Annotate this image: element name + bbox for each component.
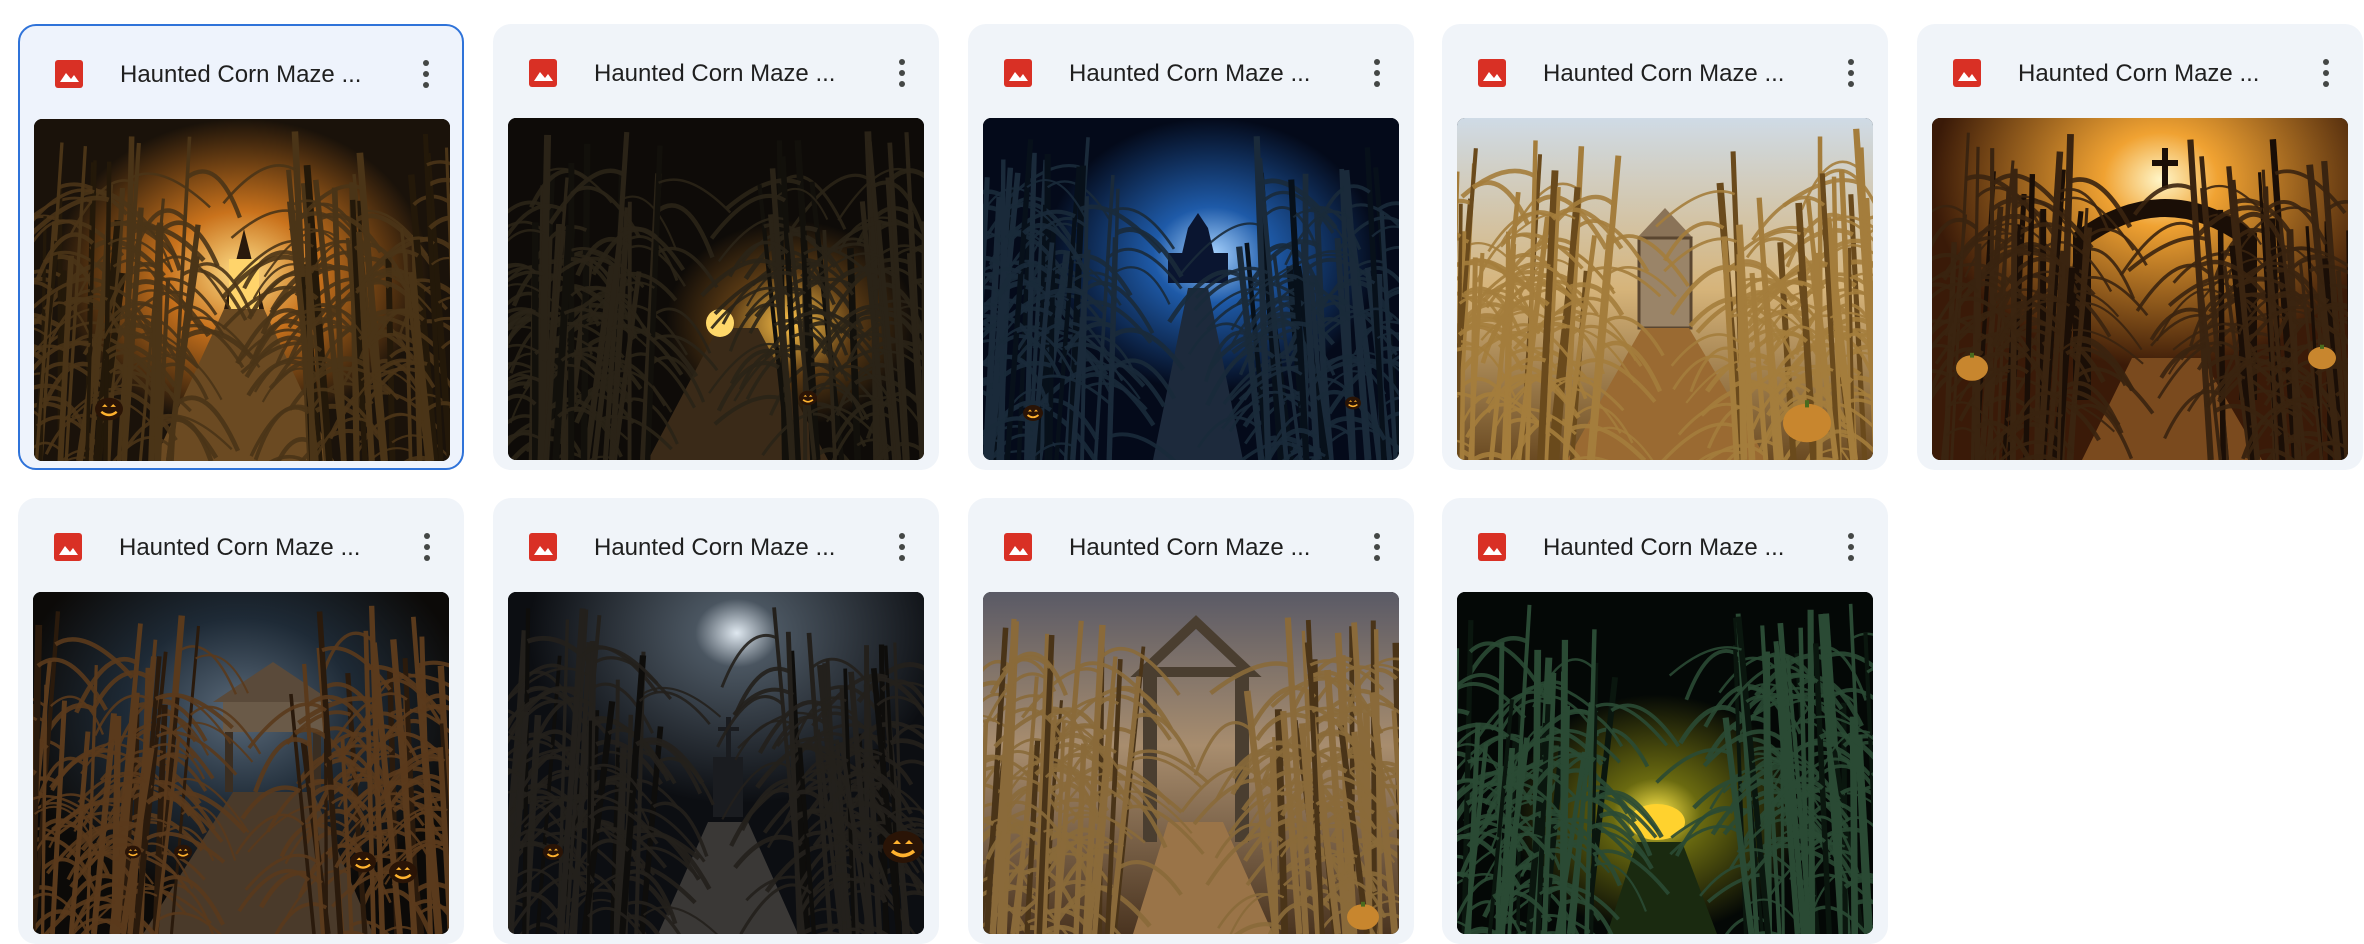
more-options-button[interactable] — [2302, 49, 2350, 97]
file-card-header: Haunted Corn Maze ... — [1443, 25, 1887, 111]
file-grid: Haunted Corn Maze ... Haunted Corn Maze … — [0, 0, 2364, 944]
image-icon — [1953, 59, 1981, 87]
thumbnail-image — [1457, 592, 1873, 934]
image-icon — [1478, 533, 1506, 561]
thumbnail-image — [1932, 118, 2348, 460]
file-name: Haunted Corn Maze ... — [2018, 60, 2260, 87]
file-card[interactable]: Haunted Corn Maze ... — [18, 498, 464, 944]
file-card[interactable]: Haunted Corn Maze ... — [493, 24, 939, 470]
file-card[interactable]: Haunted Corn Maze ... — [1442, 24, 1888, 470]
file-card[interactable]: Haunted Corn Maze ... — [18, 24, 464, 470]
file-name: Haunted Corn Maze ... — [594, 60, 836, 87]
file-name: Haunted Corn Maze ... — [1543, 534, 1785, 561]
more-vert-icon — [423, 60, 429, 88]
image-icon — [1004, 59, 1032, 87]
file-card[interactable]: Haunted Corn Maze ... — [493, 498, 939, 944]
file-name: Haunted Corn Maze ... — [1069, 60, 1311, 87]
file-card-header: Haunted Corn Maze ... — [494, 499, 938, 585]
thumbnail-image — [983, 592, 1399, 934]
thumbnail-image — [1457, 118, 1873, 460]
file-card-header: Haunted Corn Maze ... — [494, 25, 938, 111]
image-icon — [529, 533, 557, 561]
thumbnail-image — [508, 592, 924, 934]
more-options-button[interactable] — [878, 523, 926, 571]
more-options-button[interactable] — [403, 523, 451, 571]
file-card[interactable]: Haunted Corn Maze ... — [968, 24, 1414, 470]
file-card[interactable]: Haunted Corn Maze ... — [968, 498, 1414, 944]
image-thumbnail[interactable] — [1457, 118, 1873, 460]
more-vert-icon — [899, 533, 905, 561]
more-vert-icon — [1848, 59, 1854, 87]
file-card-header: Haunted Corn Maze ... — [969, 499, 1413, 585]
more-options-button[interactable] — [402, 50, 450, 98]
image-icon — [1478, 59, 1506, 87]
file-name: Haunted Corn Maze ... — [120, 61, 362, 88]
more-options-button[interactable] — [878, 49, 926, 97]
image-icon — [54, 533, 82, 561]
thumbnail-image — [33, 592, 449, 934]
file-name: Haunted Corn Maze ... — [1543, 60, 1785, 87]
file-name: Haunted Corn Maze ... — [594, 534, 836, 561]
image-thumbnail[interactable] — [1932, 118, 2348, 460]
more-options-button[interactable] — [1353, 49, 1401, 97]
image-icon — [529, 59, 557, 87]
more-vert-icon — [1374, 533, 1380, 561]
more-options-button[interactable] — [1827, 523, 1875, 571]
image-thumbnail[interactable] — [1457, 592, 1873, 934]
file-name: Haunted Corn Maze ... — [1069, 534, 1311, 561]
more-vert-icon — [2323, 59, 2329, 87]
image-thumbnail[interactable] — [983, 118, 1399, 460]
thumbnail-image — [508, 118, 924, 460]
file-card-header: Haunted Corn Maze ... — [20, 26, 462, 112]
file-card-header: Haunted Corn Maze ... — [969, 25, 1413, 111]
image-thumbnail[interactable] — [508, 592, 924, 934]
file-card-header: Haunted Corn Maze ... — [19, 499, 463, 585]
image-thumbnail[interactable] — [508, 118, 924, 460]
thumbnail-image — [34, 119, 450, 461]
file-card-header: Haunted Corn Maze ... — [1918, 25, 2362, 111]
more-vert-icon — [424, 533, 430, 561]
more-options-button[interactable] — [1827, 49, 1875, 97]
file-card-header: Haunted Corn Maze ... — [1443, 499, 1887, 585]
image-thumbnail[interactable] — [34, 119, 450, 461]
image-thumbnail[interactable] — [983, 592, 1399, 934]
image-thumbnail[interactable] — [33, 592, 449, 934]
file-name: Haunted Corn Maze ... — [119, 534, 361, 561]
more-vert-icon — [1848, 533, 1854, 561]
file-card[interactable]: Haunted Corn Maze ... — [1442, 498, 1888, 944]
more-vert-icon — [1374, 59, 1380, 87]
image-icon — [1004, 533, 1032, 561]
thumbnail-image — [983, 118, 1399, 460]
more-vert-icon — [899, 59, 905, 87]
file-card[interactable]: Haunted Corn Maze ... — [1917, 24, 2363, 470]
more-options-button[interactable] — [1353, 523, 1401, 571]
image-icon — [55, 60, 83, 88]
